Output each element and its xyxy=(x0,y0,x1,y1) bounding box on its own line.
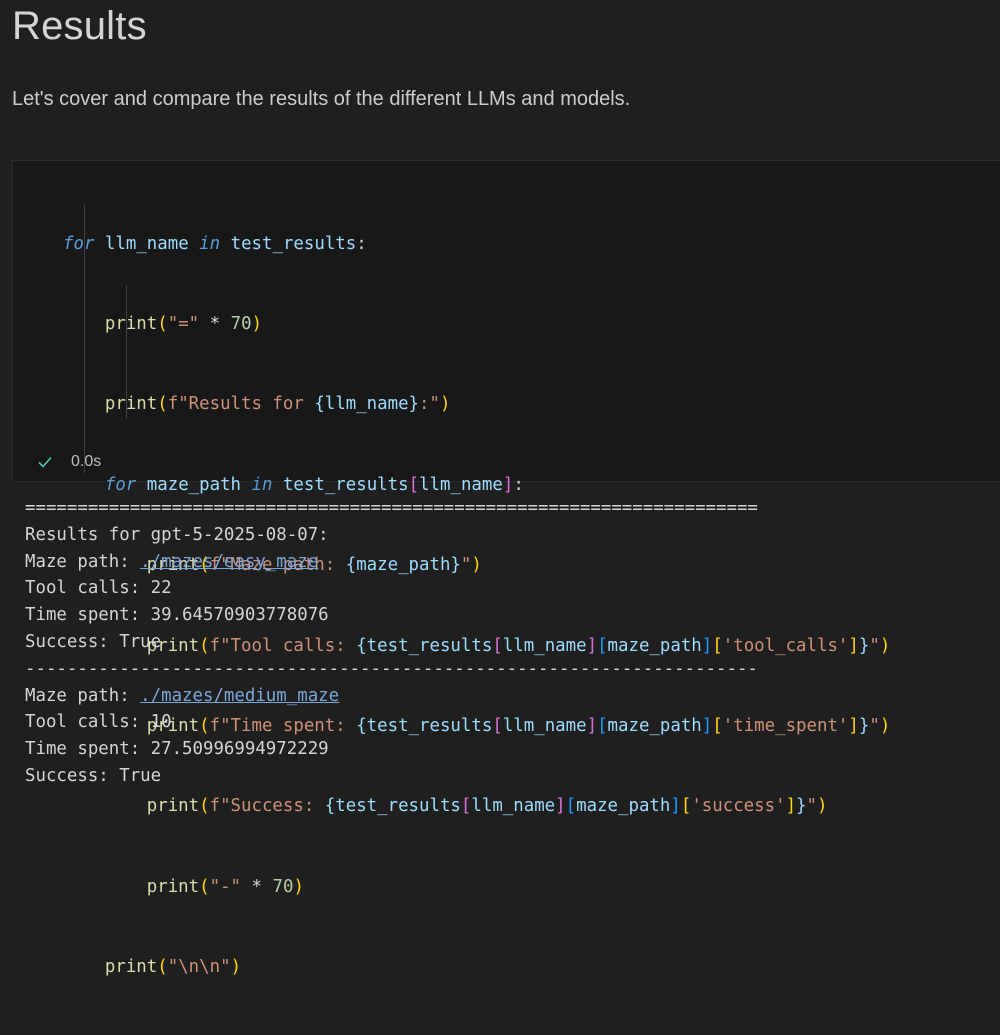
code-line: for llm_name in test_results: xyxy=(63,233,367,254)
separator-line: ========================================… xyxy=(25,498,758,518)
execution-time: 0.0s xyxy=(71,453,102,470)
separator-line: ----------------------------------------… xyxy=(25,658,758,679)
maze-path-line: Maze path: ./mazes/easy_maze xyxy=(25,551,319,572)
code-line: print("-" * 70) xyxy=(146,876,304,897)
time-spent-line: Time spent: 39.64570903778076 xyxy=(25,605,329,626)
tool-calls-line: Tool calls: 10 xyxy=(25,712,172,733)
markdown-heading: Results xyxy=(12,4,147,48)
maze-path-line: Maze path: ./mazes/medium_maze xyxy=(25,685,340,706)
results-heading: Results for gpt-5-2025-08-07: xyxy=(25,524,329,545)
code-line: print(f"Results for {llm_name}:") xyxy=(104,394,451,415)
check-icon xyxy=(38,456,52,468)
maze-path-link[interactable]: ./mazes/easy_maze xyxy=(140,552,318,572)
time-spent-line: Time spent: 27.50996994972229 xyxy=(25,739,329,760)
code-token: for xyxy=(63,233,95,254)
code-cell[interactable]: for llm_name in test_results: print("=" … xyxy=(12,160,1000,977)
code-line: print(f"Success: {test_results[llm_name]… xyxy=(146,796,828,817)
maze-path-link[interactable]: ./mazes/medium_maze xyxy=(140,686,339,706)
success-line: Success: True xyxy=(25,631,162,652)
markdown-paragraph: Let's cover and compare the results of t… xyxy=(12,88,631,110)
tool-calls-line: Tool calls: 22 xyxy=(25,578,172,599)
cell-output: ========================================… xyxy=(25,495,758,790)
success-line: Success: True xyxy=(25,765,162,786)
code-line: print("=" * 70) xyxy=(104,313,263,334)
cell-execution-status: 0.0s xyxy=(37,453,101,471)
code-line: print("\n\n") xyxy=(104,957,242,978)
